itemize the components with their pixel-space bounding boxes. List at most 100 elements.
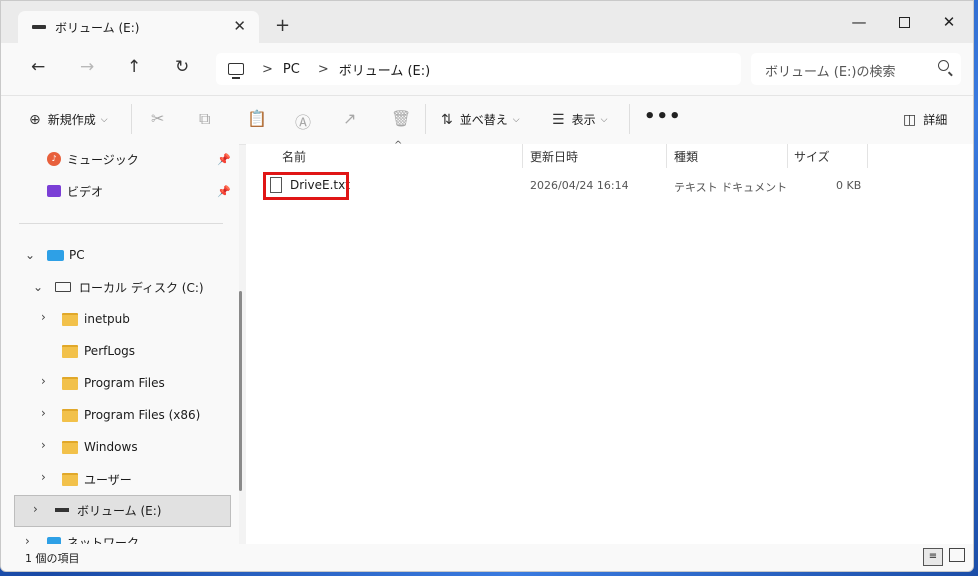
breadcrumb-separator[interactable]: >: [262, 62, 273, 77]
breadcrumb-volume-e[interactable]: ボリューム (E:): [339, 60, 430, 79]
sidebar-item-volume-e[interactable]: ボリューム (E:): [55, 495, 161, 525]
address-row: ← → ↑ ↻ > PC > ボリューム (E:) ボリューム (E:)の検索: [1, 43, 973, 95]
chevron-right-icon[interactable]: ›: [41, 438, 46, 452]
forward-button[interactable]: →: [80, 57, 94, 77]
details-label: 詳細: [923, 113, 948, 127]
column-header-date[interactable]: 更新日時: [530, 148, 578, 165]
delete-icon[interactable]: 🗑: [391, 109, 411, 128]
sidebar-item-folder[interactable]: Program Files (x86): [62, 400, 200, 430]
computer-icon: [47, 249, 64, 261]
computer-icon: [228, 63, 244, 79]
sidebar-item-local-disk[interactable]: ローカル ディスク (C:): [55, 272, 204, 302]
sidebar-item-folder[interactable]: ユーザー: [62, 464, 132, 494]
sidebar-item-label: Windows: [84, 440, 138, 454]
sort-ascending-icon: ^: [394, 140, 403, 151]
sidebar-item-label: Program Files: [84, 376, 165, 390]
sidebar-item-video[interactable]: ビデオ: [47, 176, 103, 206]
cut-icon[interactable]: ✂: [151, 109, 164, 128]
highlight-box: [263, 172, 349, 200]
chevron-down-icon: ⌵: [512, 114, 520, 125]
chevron-right-icon[interactable]: ›: [41, 310, 46, 324]
chevron-down-icon: ⌵: [100, 114, 108, 125]
address-bar[interactable]: > PC > ボリューム (E:): [216, 53, 741, 85]
search-icon[interactable]: [938, 60, 949, 71]
pin-icon[interactable]: 📌: [217, 153, 231, 166]
sidebar-item-folder[interactable]: Windows: [62, 432, 138, 462]
sidebar-item-folder[interactable]: PerfLogs: [62, 336, 135, 366]
sidebar-item-label: ミュージック: [67, 152, 139, 167]
hard-disk-icon: [55, 282, 71, 292]
column-header-size[interactable]: サイズ: [794, 148, 830, 165]
title-bar: ボリューム (E:) ✕ + — ✕: [1, 1, 973, 43]
view-button[interactable]: ☰ 表示 ⌵: [552, 111, 607, 128]
sidebar-item-folder[interactable]: inetpub: [62, 304, 130, 334]
refresh-button[interactable]: ↻: [175, 57, 189, 77]
copy-icon[interactable]: ⧉: [199, 109, 210, 129]
table-row[interactable]: DriveE.txt 2026/04/24 16:14 テキスト ドキュメント …: [246, 172, 973, 202]
breadcrumb-separator[interactable]: >: [318, 62, 329, 77]
chevron-right-icon[interactable]: ›: [41, 406, 46, 420]
tab-title: ボリューム (E:): [55, 20, 140, 35]
sidebar-item-label: ボリューム (E:): [77, 503, 162, 518]
sort-icon: ⇅: [441, 111, 453, 128]
chevron-right-icon[interactable]: ›: [41, 374, 46, 388]
add-circle-icon: ⊕: [29, 111, 41, 128]
sidebar-item-label: Program Files (x86): [84, 408, 201, 422]
tab-close-icon[interactable]: ✕: [233, 17, 246, 35]
share-icon[interactable]: ↗: [343, 109, 356, 128]
minimize-button[interactable]: —: [839, 9, 879, 35]
close-window-button[interactable]: ✕: [929, 9, 969, 35]
new-button[interactable]: ⊕ 新規作成 ⌵: [29, 111, 108, 128]
new-label: 新規作成: [47, 113, 96, 127]
chevron-right-icon[interactable]: ›: [25, 534, 30, 544]
column-divider[interactable]: [867, 144, 868, 168]
up-button[interactable]: ↑: [127, 57, 141, 77]
details-pane-button[interactable]: ◫ 詳細: [903, 111, 947, 128]
more-options-button[interactable]: •••: [644, 106, 682, 127]
sidebar-item-music[interactable]: ♪ ミュージック: [47, 144, 139, 174]
new-tab-button[interactable]: +: [275, 15, 290, 36]
column-divider[interactable]: [666, 144, 667, 168]
file-list: ^ 名前 更新日時 種類 サイズ DriveE.txt 2026/04/24 1…: [246, 140, 973, 544]
search-box[interactable]: ボリューム (E:)の検索: [751, 53, 961, 85]
breadcrumb-pc[interactable]: PC: [283, 62, 300, 77]
network-icon: [47, 537, 61, 544]
back-button[interactable]: ←: [31, 57, 45, 77]
rename-icon[interactable]: Ⓐ: [295, 109, 311, 133]
tab-volume-e[interactable]: ボリューム (E:) ✕: [18, 11, 259, 43]
chevron-right-icon[interactable]: ›: [33, 502, 38, 516]
sort-button[interactable]: ⇅ 並べ替え ⌵: [441, 111, 520, 128]
sidebar-item-label: PC: [69, 248, 85, 262]
sidebar-item-network[interactable]: ネットワーク: [47, 527, 139, 544]
sidebar-item-label: PerfLogs: [84, 344, 136, 358]
sidebar-divider: [19, 223, 223, 224]
command-bar: ⊕ 新規作成 ⌵ ✂ ⧉ 📋 Ⓐ ↗ 🗑 ⇅ 並べ替え ⌵ ☰ 表示 ⌵ •••…: [1, 95, 973, 145]
sidebar-item-folder[interactable]: Program Files: [62, 368, 165, 398]
chevron-right-icon[interactable]: ›: [41, 470, 46, 484]
sidebar-item-label: ローカル ディスク (C:): [79, 280, 204, 295]
paste-icon[interactable]: 📋: [247, 109, 267, 128]
sidebar-item-label: ビデオ: [67, 184, 104, 199]
chevron-down-icon: ⌵: [600, 114, 608, 125]
sidebar-scrollbar[interactable]: [239, 291, 242, 491]
column-header-type[interactable]: 種類: [674, 148, 698, 165]
maximize-button[interactable]: [884, 9, 924, 35]
column-divider[interactable]: [787, 144, 788, 168]
column-header-name[interactable]: 名前: [282, 148, 306, 165]
sidebar-item-pc[interactable]: PC: [47, 240, 85, 270]
sidebar-item-label: ユーザー: [84, 472, 132, 487]
navigation-pane: ♪ ミュージック 📌 ビデオ 📌 ⌄ PC ⌄ ローカル ディスク (C:) ›…: [1, 144, 239, 544]
tiles-view-icon[interactable]: [949, 548, 965, 562]
sort-label: 並べ替え: [459, 113, 508, 127]
sidebar-item-label: inetpub: [84, 312, 130, 326]
expand-chevron-icon[interactable]: ⌄: [33, 280, 43, 294]
divider: [425, 104, 426, 134]
details-view-icon[interactable]: ≡: [923, 548, 943, 566]
music-icon: ♪: [47, 152, 61, 166]
column-divider[interactable]: [522, 144, 523, 168]
pin-icon[interactable]: 📌: [217, 185, 231, 198]
drive-icon: [55, 508, 69, 512]
divider: [629, 104, 630, 134]
search-placeholder: ボリューム (E:)の検索: [765, 65, 896, 80]
expand-chevron-icon[interactable]: ⌄: [25, 248, 35, 262]
